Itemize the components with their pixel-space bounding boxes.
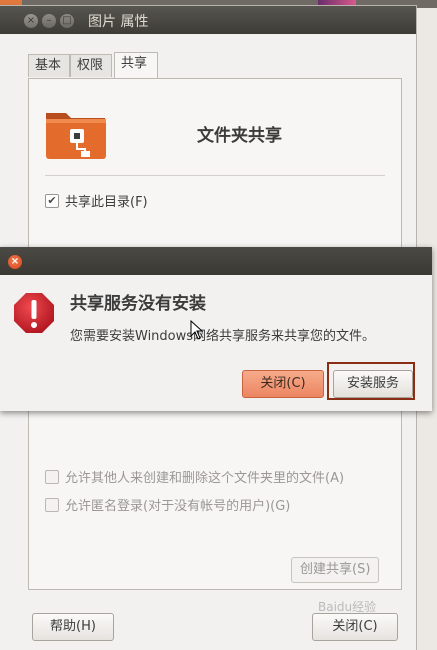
alert-close-button[interactable]: 关闭(C) bbox=[242, 370, 324, 398]
mouse-pointer-icon bbox=[190, 320, 204, 340]
allow-others-label: 允许其他人来创建和删除这个文件夹里的文件(A) bbox=[65, 471, 345, 486]
alert-heading: 共享服务没有安装 bbox=[70, 294, 206, 314]
allow-others-checkbox-row[interactable]: 允许其他人来创建和删除这个文件夹里的文件(A) bbox=[45, 467, 344, 486]
window-title: 图片 属性 bbox=[88, 14, 149, 30]
divider bbox=[45, 175, 385, 176]
shared-folder-icon bbox=[46, 113, 106, 159]
maximize-icon[interactable]: □ bbox=[60, 14, 74, 28]
share-heading: 文件夹共享 bbox=[197, 126, 282, 146]
minimize-icon[interactable]: – bbox=[42, 14, 56, 28]
alert-titlebar[interactable]: × bbox=[0, 247, 432, 275]
guest-access-checkbox[interactable] bbox=[45, 497, 59, 512]
share-folder-checkbox-row[interactable]: ✔ 共享此目录(F) bbox=[45, 191, 148, 210]
watermark: Baidu经验 bbox=[318, 600, 377, 614]
alert-dialog: × 共享服务没有安装 您需要安装Windows网络共享服务来共享您的文件。 关闭… bbox=[0, 247, 432, 411]
properties-titlebar[interactable]: × – □ 图片 属性 bbox=[0, 6, 416, 34]
share-folder-label: 共享此目录(F) bbox=[65, 195, 148, 210]
tab-permissions[interactable]: 权限 bbox=[70, 54, 112, 77]
create-share-button[interactable]: 创建共享(S) bbox=[291, 557, 380, 583]
guest-access-label: 允许匿名登录(对于没有帐号的用户)(G) bbox=[65, 499, 291, 514]
tab-share[interactable]: 共享 bbox=[114, 52, 158, 79]
help-button[interactable]: 帮助(H) bbox=[32, 613, 114, 641]
close-icon[interactable]: × bbox=[8, 255, 22, 269]
error-icon bbox=[14, 293, 54, 333]
alert-message: 您需要安装Windows网络共享服务来共享您的文件。 bbox=[70, 329, 376, 344]
close-button[interactable]: 关闭(C) bbox=[312, 613, 398, 641]
close-icon[interactable]: × bbox=[24, 14, 38, 28]
share-folder-checkbox[interactable]: ✔ bbox=[45, 193, 59, 208]
guest-access-checkbox-row[interactable]: 允许匿名登录(对于没有帐号的用户)(G) bbox=[45, 495, 290, 514]
tab-basic[interactable]: 基本 bbox=[28, 54, 70, 77]
install-service-button[interactable]: 安装服务 bbox=[333, 370, 413, 398]
allow-others-checkbox[interactable] bbox=[45, 469, 59, 484]
